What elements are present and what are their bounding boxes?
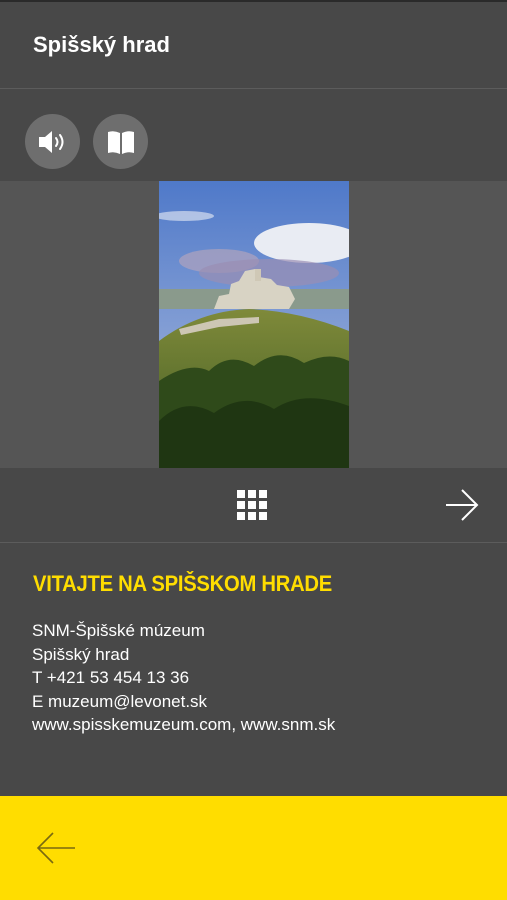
info-panel: VITAJTE NA SPIŠSKOM HRADE SNM-Špišské mú…	[0, 543, 507, 796]
info-line-phone[interactable]: T +421 53 454 13 36	[32, 666, 335, 690]
info-line-email[interactable]: E muzeum@levonet.sk	[32, 690, 335, 714]
grid-button[interactable]	[236, 489, 269, 522]
castle-photo[interactable]	[159, 181, 349, 468]
media-toolbar	[0, 89, 507, 181]
back-button[interactable]	[35, 831, 77, 865]
app-header: Spišský hrad	[0, 0, 507, 88]
book-button[interactable]	[93, 114, 148, 169]
bottom-bar	[0, 796, 507, 900]
image-viewer	[0, 181, 507, 468]
gallery-navbar	[0, 468, 507, 542]
arrow-left-icon	[36, 832, 75, 864]
info-line-museum: SNM-Špišské múzeum	[32, 621, 205, 640]
next-button[interactable]	[444, 488, 480, 522]
contact-info: SNM-Špišské múzeum Spišský hrad T +421 5…	[32, 619, 335, 737]
speaker-icon	[38, 130, 63, 153]
open-book-icon	[107, 130, 134, 154]
grid-icon	[237, 490, 267, 520]
audio-button[interactable]	[25, 114, 80, 169]
info-line-place: Spišský hrad	[32, 644, 130, 664]
arrow-right-icon	[446, 489, 479, 521]
welcome-heading: VITAJTE NA SPIŠSKOM HRADE	[33, 571, 332, 596]
info-line-websites[interactable]: www.spisskemuzeum.com, www.snm.sk	[32, 713, 335, 737]
page-title: Spišský hrad	[33, 32, 170, 57]
